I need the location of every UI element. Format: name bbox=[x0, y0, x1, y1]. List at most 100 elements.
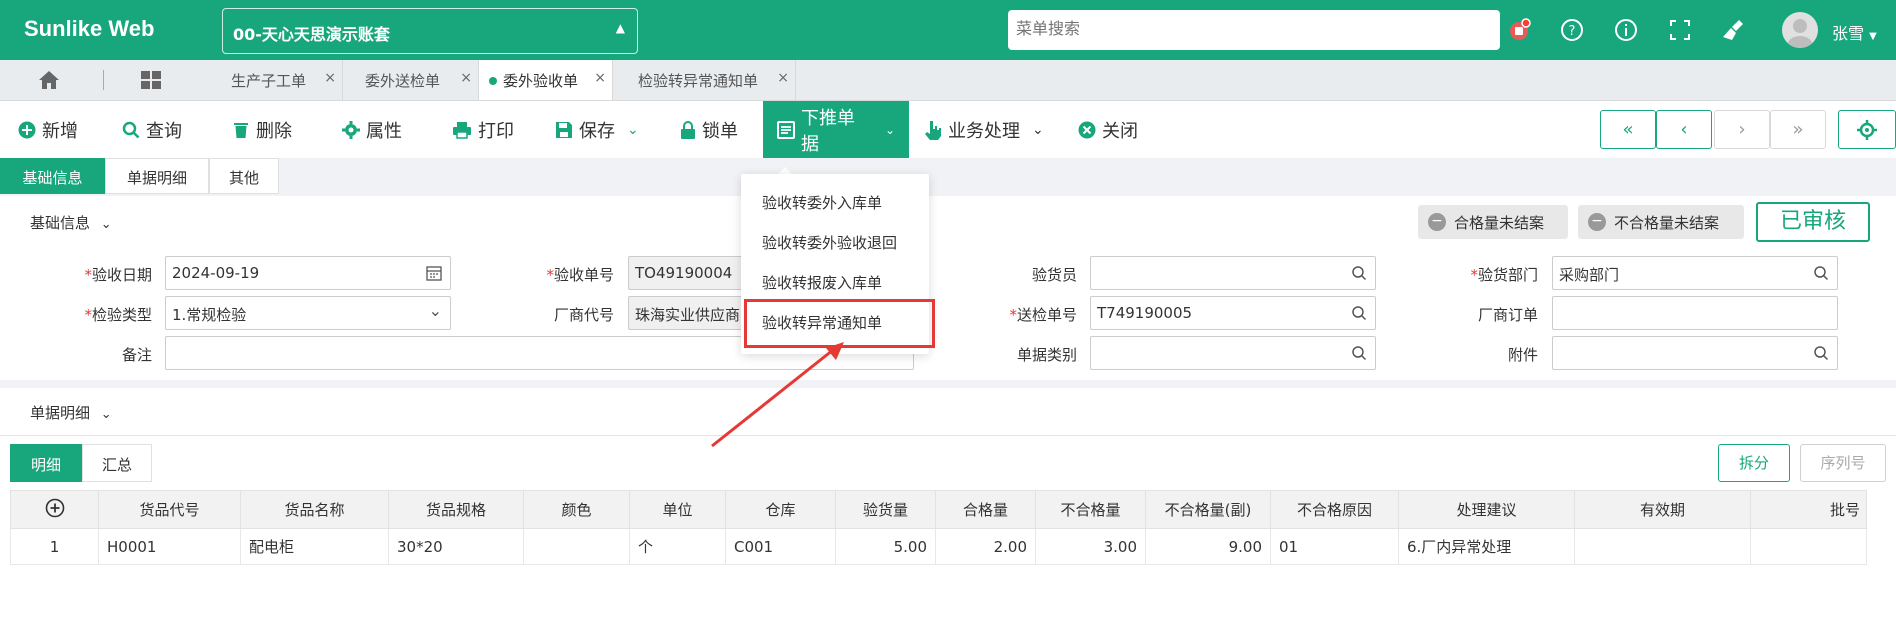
column-header[interactable]: 有效期 bbox=[1574, 490, 1751, 529]
chevron-down-icon[interactable]: ⌄ bbox=[1032, 122, 1044, 138]
next-record-button[interactable]: › bbox=[1714, 110, 1770, 149]
info-icon[interactable] bbox=[1610, 14, 1642, 46]
inspect-type-select[interactable]: 1.常规检验 ⌄ bbox=[165, 296, 451, 330]
column-header[interactable]: 货品代号 bbox=[98, 490, 241, 529]
section-title: 单据明细 bbox=[30, 404, 91, 422]
close-icon[interactable]: × bbox=[777, 70, 789, 86]
attachment-field[interactable] bbox=[1552, 336, 1838, 370]
menu-item-to-outsource-warehousing[interactable]: 验收转委外入库单 bbox=[762, 192, 882, 213]
delete-button[interactable]: 删除 bbox=[232, 101, 292, 158]
cell-color[interactable] bbox=[523, 528, 630, 565]
column-header[interactable]: 批号 bbox=[1750, 490, 1867, 529]
apps-grid-icon[interactable] bbox=[140, 70, 162, 94]
save-button[interactable]: 保存 ⌄ bbox=[555, 101, 639, 158]
menu-search-input[interactable] bbox=[1008, 10, 1500, 50]
close-icon[interactable]: × bbox=[594, 70, 606, 86]
last-record-button[interactable]: » bbox=[1770, 110, 1826, 149]
query-button[interactable]: 查询 bbox=[122, 101, 182, 158]
cell-expiry[interactable] bbox=[1574, 528, 1751, 565]
search-icon[interactable] bbox=[1351, 265, 1367, 285]
business-process-button[interactable]: 业务处理 ⌄ bbox=[924, 101, 1044, 158]
tab-summary[interactable]: 汇总 bbox=[82, 444, 152, 482]
cell-unqualified[interactable]: 3.00 bbox=[1035, 528, 1146, 565]
clear-cache-icon[interactable] bbox=[1718, 14, 1750, 46]
accept-date-field[interactable]: 2024-09-19 bbox=[165, 256, 451, 290]
menu-item-to-scrap-warehousing[interactable]: 验收转报废入库单 bbox=[762, 272, 882, 293]
column-header[interactable]: 颜色 bbox=[523, 490, 630, 529]
tab-inspection-to-exception[interactable]: 检验转异常通知单 × bbox=[613, 60, 796, 100]
dept-field[interactable]: 采购部门 bbox=[1552, 256, 1838, 290]
properties-button[interactable]: 属性 bbox=[342, 101, 402, 158]
push-down-button[interactable]: 下推单据 ⌄ bbox=[763, 101, 909, 158]
user-menu[interactable]: 张雪 ▼ bbox=[1832, 20, 1877, 44]
fullscreen-icon[interactable] bbox=[1664, 14, 1696, 46]
column-header[interactable]: 单位 bbox=[629, 490, 726, 529]
serial-number-button[interactable]: 序列号 bbox=[1800, 444, 1886, 482]
column-header[interactable]: 验货量 bbox=[835, 490, 936, 529]
send-no-field[interactable]: T749190005 bbox=[1090, 296, 1376, 330]
tab-outsource-acceptance[interactable]: 委外验收单 × bbox=[479, 60, 613, 100]
tab-production-suborder[interactable]: 生产子工单 × bbox=[213, 60, 343, 100]
split-button[interactable]: 拆分 bbox=[1718, 444, 1790, 482]
cell-batch[interactable] bbox=[1750, 528, 1867, 565]
close-icon[interactable]: × bbox=[324, 70, 336, 86]
doc-type-field[interactable] bbox=[1090, 336, 1376, 370]
cell-warehouse[interactable]: C001 bbox=[725, 528, 836, 565]
menu-item-to-outsource-return[interactable]: 验收转委外验收退回 bbox=[762, 232, 897, 253]
double-chevron-left-icon: « bbox=[1622, 119, 1634, 140]
tab-outsource-inspection[interactable]: 委外送检单 × bbox=[343, 60, 479, 100]
avatar[interactable] bbox=[1782, 12, 1818, 48]
first-record-button[interactable]: « bbox=[1600, 110, 1656, 149]
unqualified-unclosed-status[interactable]: − 不合格量未结案 bbox=[1578, 205, 1744, 239]
account-selector[interactable]: 00-天心天思演示账套 ▲ bbox=[222, 8, 638, 54]
tab-document-detail[interactable]: 单据明细 bbox=[105, 158, 209, 194]
print-button[interactable]: 打印 bbox=[452, 101, 514, 158]
home-icon[interactable] bbox=[38, 70, 60, 94]
search-icon[interactable] bbox=[1351, 345, 1367, 365]
tab-other[interactable]: 其他 bbox=[209, 158, 279, 194]
inspector-field[interactable] bbox=[1090, 256, 1376, 290]
column-header[interactable]: 处理建议 bbox=[1398, 490, 1575, 529]
vendor-order-field[interactable] bbox=[1552, 296, 1838, 330]
close-button[interactable]: 关闭 bbox=[1078, 101, 1138, 158]
tab-detail[interactable]: 明细 bbox=[10, 444, 82, 482]
calendar-icon[interactable] bbox=[426, 265, 442, 285]
prev-record-button[interactable]: ‹ bbox=[1656, 110, 1712, 149]
cell-reason[interactable]: 01 bbox=[1270, 528, 1399, 565]
search-icon[interactable] bbox=[1351, 305, 1367, 325]
lock-button[interactable]: 锁单 bbox=[680, 101, 738, 158]
add-row-header[interactable] bbox=[10, 490, 99, 529]
cell-code[interactable]: H0001 bbox=[98, 528, 241, 565]
column-header[interactable]: 不合格量(副) bbox=[1145, 490, 1271, 529]
settings-button[interactable] bbox=[1838, 110, 1896, 149]
cell-unqualified-sub[interactable]: 9.00 bbox=[1145, 528, 1271, 565]
cell-unit[interactable]: 个 bbox=[629, 528, 726, 565]
cell-qualified[interactable]: 2.00 bbox=[935, 528, 1036, 565]
cell-name[interactable]: 配电柜 bbox=[240, 528, 389, 565]
search-icon[interactable] bbox=[1813, 265, 1829, 285]
column-header[interactable]: 仓库 bbox=[725, 490, 836, 529]
vendor-field[interactable]: 珠海实业供应商 bbox=[628, 296, 744, 330]
close-icon[interactable]: × bbox=[460, 70, 472, 86]
accept-no-field[interactable]: TO49190004 bbox=[628, 256, 744, 290]
plus-circle-icon[interactable] bbox=[45, 498, 65, 522]
qualified-unclosed-status[interactable]: − 合格量未结案 bbox=[1418, 205, 1568, 239]
notification-icon[interactable] bbox=[1503, 14, 1535, 46]
new-button[interactable]: 新增 bbox=[18, 101, 78, 158]
search-icon[interactable] bbox=[1813, 345, 1829, 365]
table-row[interactable]: 1 H0001 配电柜 30*20 个 C001 5.00 2.00 3.00 … bbox=[10, 528, 1867, 565]
column-header[interactable]: 货品名称 bbox=[240, 490, 389, 529]
help-icon[interactable]: ? bbox=[1556, 14, 1588, 46]
cell-spec[interactable]: 30*20 bbox=[388, 528, 524, 565]
cell-suggestion[interactable]: 6.厂内异常处理 bbox=[1398, 528, 1575, 565]
chevron-down-icon[interactable]: ⌄ bbox=[627, 122, 639, 138]
tab-basic-info[interactable]: 基础信息 bbox=[0, 158, 105, 194]
gear-icon bbox=[342, 120, 360, 139]
cell-inspected[interactable]: 5.00 bbox=[835, 528, 936, 565]
column-header[interactable]: 不合格原因 bbox=[1270, 490, 1399, 529]
column-header[interactable]: 货品规格 bbox=[388, 490, 524, 529]
detail-header-toggle[interactable]: 单据明细 ⌄ bbox=[30, 402, 112, 423]
basic-info-header[interactable]: 基础信息 ⌄ bbox=[30, 212, 112, 233]
column-header[interactable]: 不合格量 bbox=[1035, 490, 1146, 529]
column-header[interactable]: 合格量 bbox=[935, 490, 1036, 529]
